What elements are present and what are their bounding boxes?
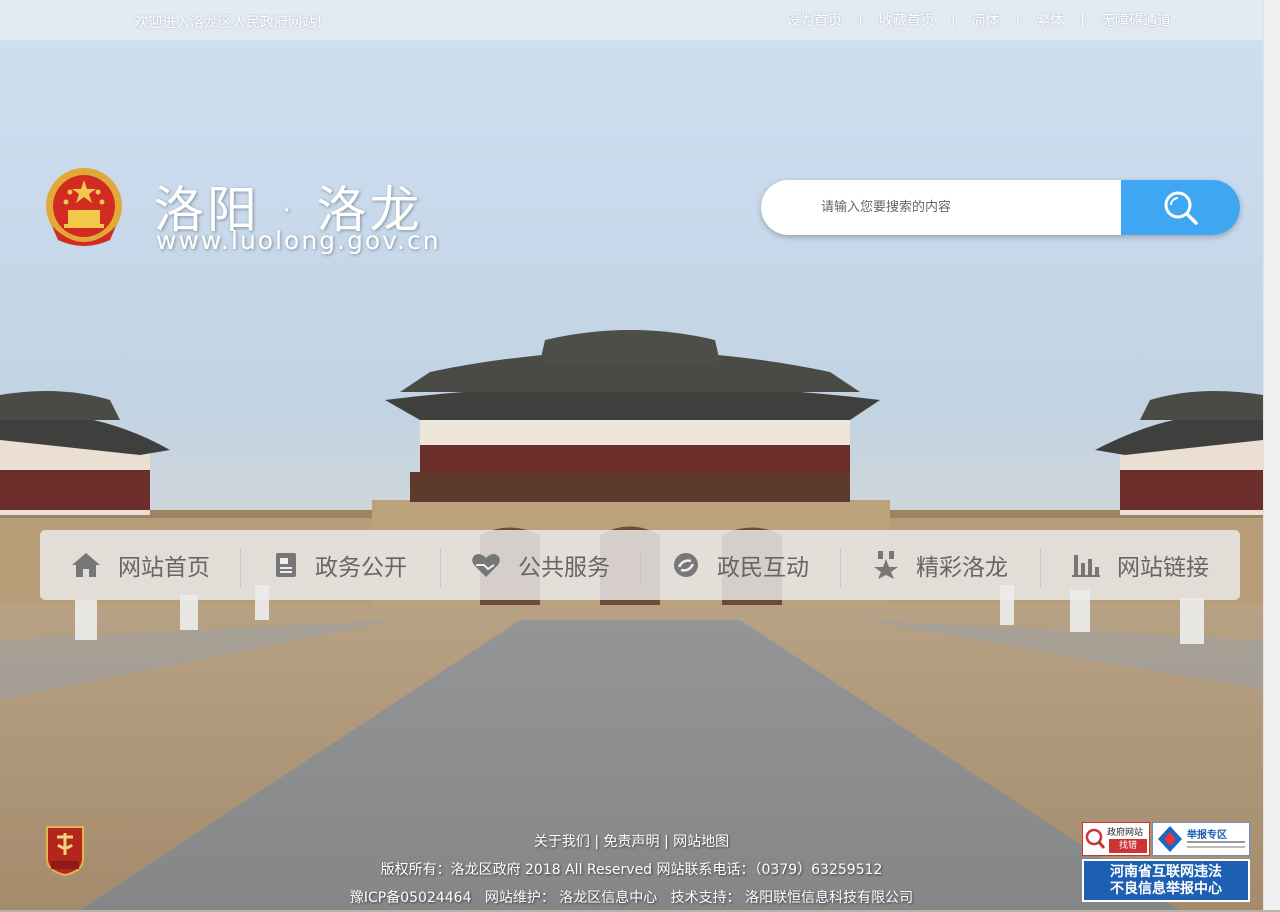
top-links: 设为首页 | 收藏首页 | 简体 | 繁体 | 无障碍通道 (786, 10, 1171, 30)
nav-item-label: 精彩洛龙 (916, 555, 1008, 581)
palace-scene-image (0, 330, 1263, 910)
welcome-text: 欢迎进入洛龙区人民政府网站！ (134, 15, 330, 31)
disclaimer-link[interactable]: 免责声明 (604, 834, 660, 850)
copyright-text: 版权所有：洛龙区政府 2018 All Reserved 网站联系电话：（037… (380, 862, 883, 878)
main-navigation: 网站首页 政务公开 公共服务 政民互动 精彩洛龙 网站链接 (40, 530, 1240, 600)
site-url: www.luolong.gov.cn (156, 226, 441, 255)
find-error-badge[interactable]: 政府网站 找错 (1082, 822, 1150, 856)
nav-item-gov-affairs[interactable]: 政务公开 (240, 530, 440, 600)
tech-support-text: 技术支持： 洛阳联恒信息科技有限公司 (670, 890, 914, 906)
bar-chart-icon (1072, 555, 1100, 577)
national-emblem-logo[interactable] (44, 166, 124, 252)
document-icon (276, 553, 296, 577)
footer: 关于我们 | 免责声明 | 网站地图 版权所有：洛龙区政府 2018 All R… (0, 828, 1263, 912)
nav-item-label: 网站首页 (118, 555, 210, 581)
report-center-line2: 不良信息举报中心 (1110, 881, 1222, 897)
nav-item-label: 公共服务 (518, 555, 610, 581)
report-zone-badge[interactable]: 举报专区 (1152, 822, 1250, 856)
footer-badges: 政府网站 找错 举报专区 河南省互联网违法 不良信息举报中心 (1082, 822, 1252, 904)
nav-item-label: 政务公开 (315, 555, 407, 581)
separator: | (1080, 12, 1085, 28)
top-bar: 欢迎进入洛龙区人民政府网站！ 设为首页 | 收藏首页 | 简体 | 繁体 | 无… (0, 0, 1263, 40)
vertical-scrollbar[interactable] (1263, 0, 1280, 910)
hero-background (0, 0, 1263, 910)
separator: | (858, 12, 863, 28)
nav-item-label: 网站链接 (1117, 555, 1209, 581)
footer-info: 豫ICP备05024464 网站维护： 洛龙区信息中心 技术支持： 洛阳联恒信息… (0, 884, 1263, 912)
search-icon (1164, 191, 1198, 225)
find-error-top-text: 政府网站 (1107, 828, 1144, 838)
nav-item-public-service[interactable]: 公共服务 (440, 530, 640, 600)
accessibility-link[interactable]: 无障碍通道 (1101, 10, 1171, 30)
search-input[interactable] (761, 180, 1121, 235)
nav-item-interaction[interactable]: 政民互动 (640, 530, 840, 600)
nav-item-wonderful-luolong[interactable]: 精彩洛龙 (840, 530, 1040, 600)
star-medal-icon (874, 551, 898, 579)
set-homepage-link[interactable]: 设为首页 (786, 10, 842, 30)
nav-item-site-links[interactable]: 网站链接 (1040, 530, 1240, 600)
footer-links: 关于我们 | 免责声明 | 网站地图 (533, 834, 730, 850)
nav-item-home[interactable]: 网站首页 (40, 530, 240, 600)
illegal-info-report-center-badge[interactable]: 河南省互联网违法 不良信息举报中心 (1082, 859, 1250, 902)
home-icon (72, 553, 100, 577)
sitemap-link[interactable]: 网站地图 (673, 834, 729, 850)
traditional-chinese-link[interactable]: 繁体 (1036, 10, 1064, 30)
report-center-line1: 河南省互联网违法 (1110, 864, 1222, 880)
report-logo-icon (1158, 826, 1182, 852)
search-button[interactable] (1121, 180, 1240, 235)
interaction-icon (674, 553, 698, 577)
maintainer-text: 网站维护： 洛龙区信息中心 (484, 890, 658, 906)
search-box (761, 180, 1240, 235)
simplified-chinese-link[interactable]: 简体 (972, 10, 1000, 30)
icp-number[interactable]: 豫ICP备05024464 (350, 890, 472, 906)
nav-item-label: 政民互动 (717, 555, 809, 581)
separator: | (1015, 12, 1021, 28)
report-zone-divider (1187, 841, 1245, 843)
heart-hand-icon (472, 554, 500, 577)
find-error-bottom-text: 找错 (1109, 839, 1147, 853)
report-zone-text: 举报专区 (1187, 830, 1227, 841)
about-us-link[interactable]: 关于我们 (534, 834, 590, 850)
bookmark-link[interactable]: 收藏首页 (879, 10, 935, 30)
separator: | (950, 12, 956, 28)
report-zone-divider (1187, 846, 1245, 848)
